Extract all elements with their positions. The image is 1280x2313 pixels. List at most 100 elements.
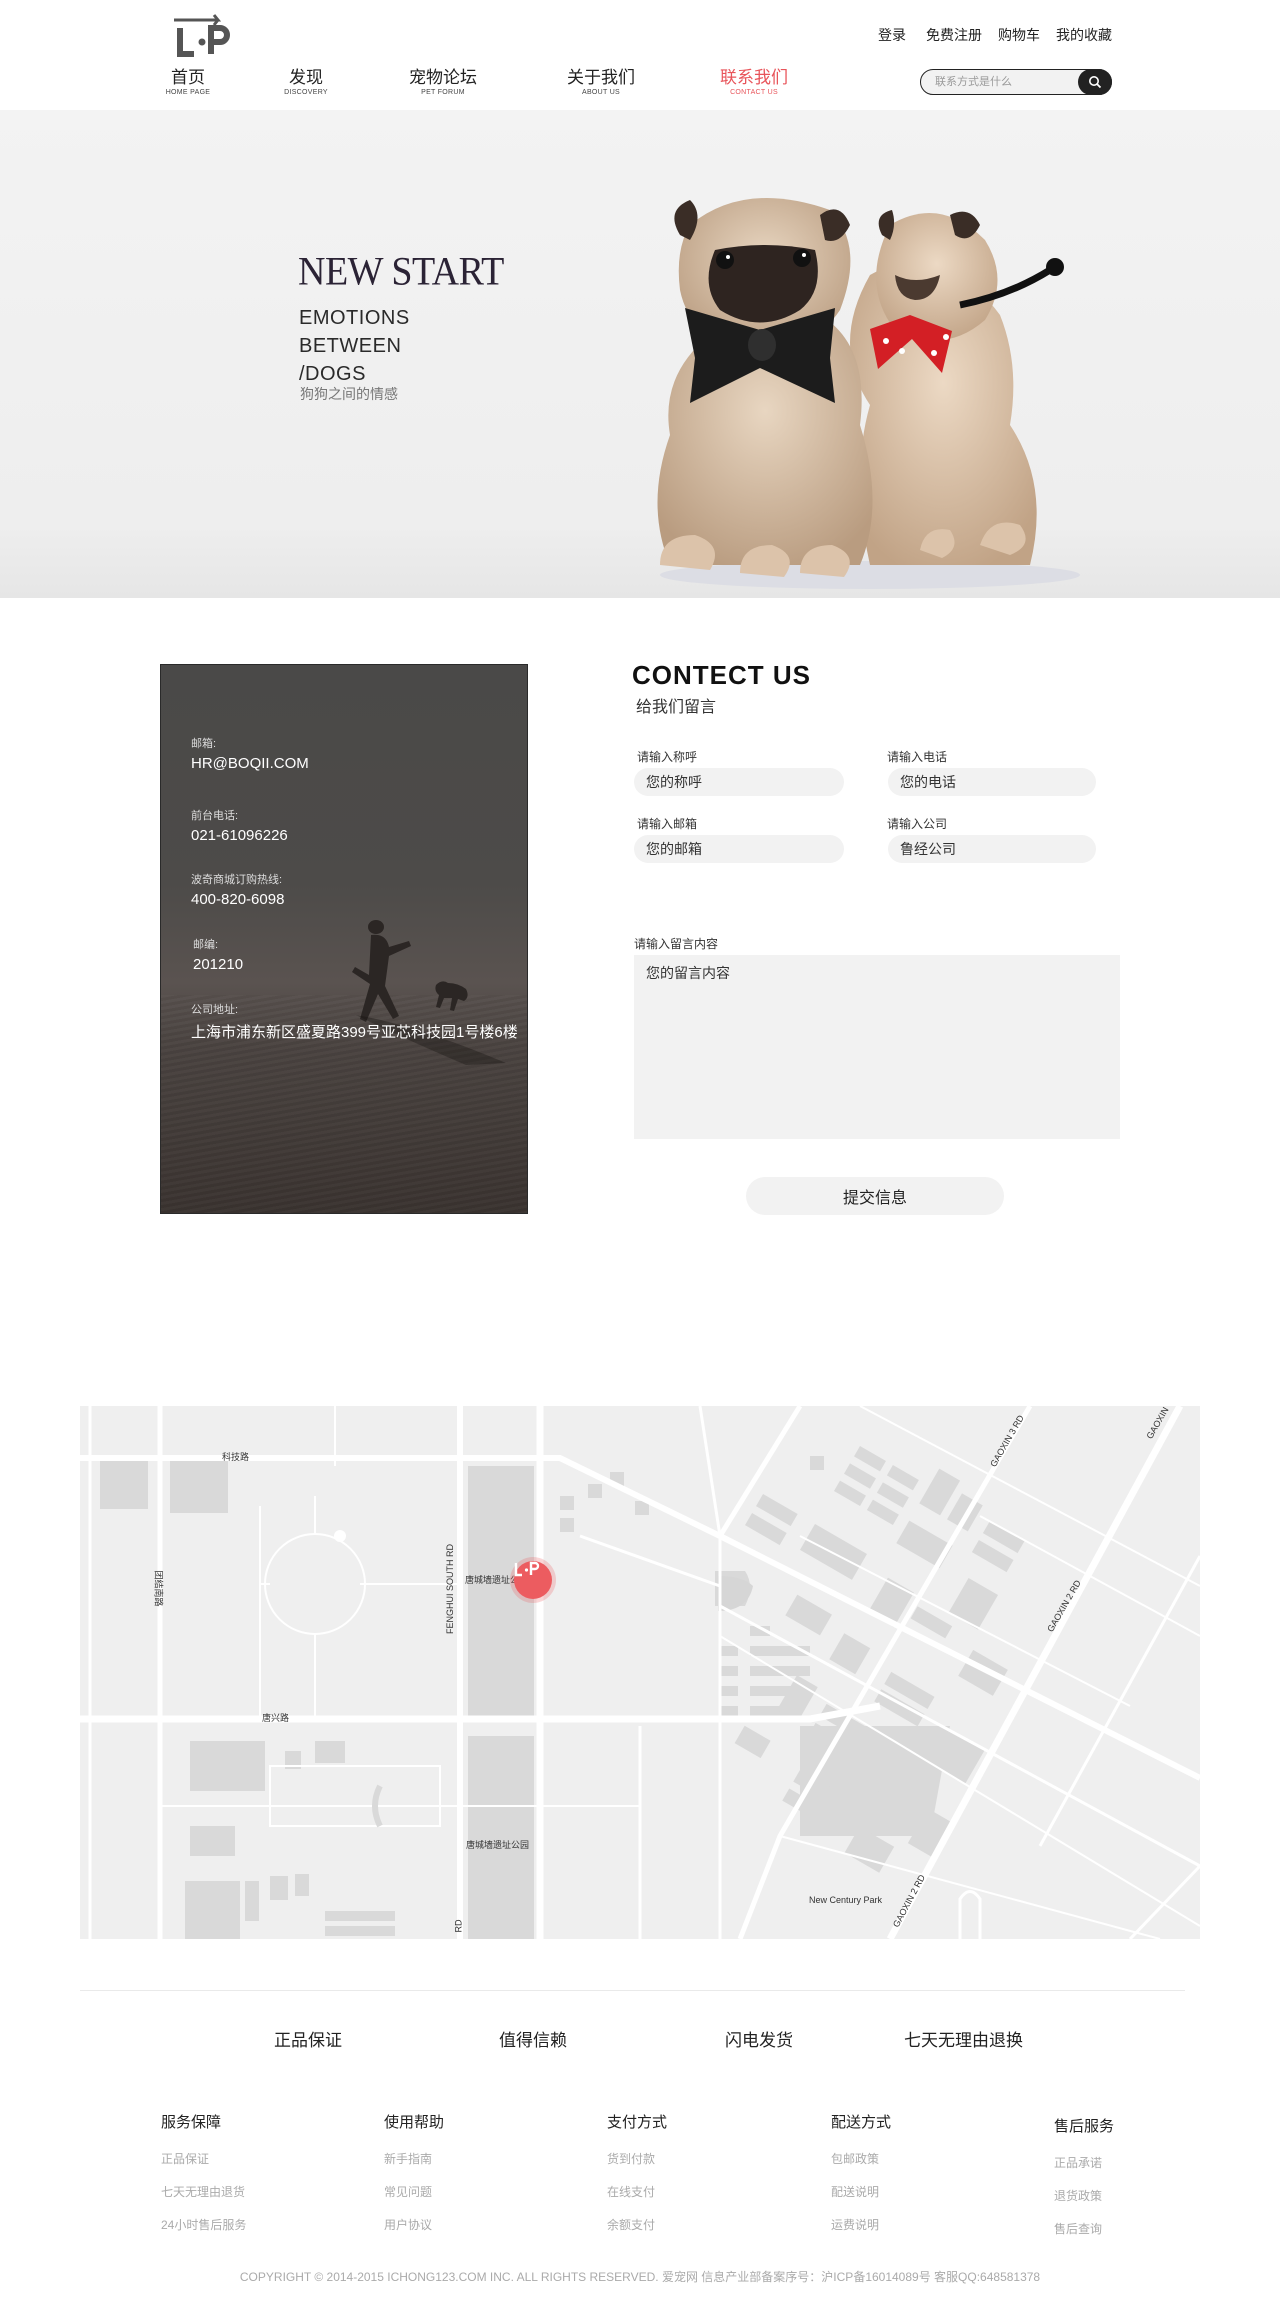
address-value: 上海市浦东新区盛夏路399号亚芯科技园1号楼6楼 [191, 1024, 518, 1041]
hotline-label: 波奇商城订购热线: [191, 874, 283, 886]
location-map[interactable]: 科技路 唐兴路 FENGHUI SOUTH RD 唐城墙遗址公 唐城墙遗址公园 … [80, 1406, 1200, 1939]
nav-discovery-label: 发现 [289, 68, 323, 87]
footer-link[interactable]: 包邮政策 [831, 2150, 991, 2167]
nav-contact-us-sub: CONTACT US [730, 89, 778, 96]
footer-link[interactable]: 售后查询 [1054, 2220, 1214, 2237]
footer-link[interactable]: 七天无理由退货 [161, 2183, 321, 2200]
phone-label: 前台电话: [191, 810, 239, 822]
search-icon [1089, 75, 1102, 88]
hero-subtitle-line: BETWEEN [299, 335, 402, 357]
copyright: COPYRIGHT © 2014-2015 ICHONG123.COM INC.… [239, 2270, 1041, 2284]
footer-link[interactable]: 正品保证 [161, 2150, 321, 2167]
footer-col-delivery: 配送方式 包邮政策 配送说明 运费说明 [831, 2111, 991, 2249]
login-link[interactable]: 登录 [878, 25, 906, 45]
search-input[interactable] [935, 73, 1075, 91]
logo-pin-icon [514, 1561, 540, 1577]
footer-link[interactable]: 新手指南 [384, 2150, 544, 2167]
footer-col-service: 服务保障 正品保证 七天无理由退货 24小时售后服务 [161, 2111, 321, 2249]
search-box [920, 68, 1112, 95]
footer-link[interactable]: 余额支付 [607, 2216, 767, 2233]
footer-col-title: 支付方式 [607, 2114, 668, 2131]
map-label-site-1: 唐城墙遗址公 [465, 1575, 520, 1585]
guarantee-fast-delivery: 闪电发货 [725, 2031, 793, 2050]
map-streets [80, 1406, 1200, 1939]
footer-link[interactable]: 配送说明 [831, 2183, 991, 2200]
zip-value: 201210 [193, 956, 244, 973]
hero-subtitle: EMOTIONS BETWEEN /DOGS [299, 304, 410, 388]
company-label: 请输入公司 [887, 817, 948, 831]
phone-field-label: 请输入电话 [887, 750, 948, 764]
nav-contact-us[interactable]: 联系我们 CONTACT US [709, 68, 799, 98]
pug-puppies-image [657, 198, 1080, 589]
footer-col-title: 服务保障 [161, 2114, 222, 2131]
footer-link[interactable]: 退货政策 [1054, 2187, 1214, 2204]
address-label: 公司地址: [191, 1004, 239, 1016]
hotline-value: 400-820-6098 [191, 891, 285, 908]
footer-link[interactable]: 正品承诺 [1054, 2154, 1214, 2171]
footer-link[interactable]: 在线支付 [607, 2183, 767, 2200]
email-block: 邮箱: HR@BOQII.COM [191, 735, 309, 772]
map-label-new-century-park: New Century Park [809, 1895, 883, 1905]
email-input[interactable] [634, 835, 844, 863]
nav-home[interactable]: 首页 HOME PAGE [143, 68, 233, 98]
site-logo[interactable] [170, 14, 236, 62]
email-label: 邮箱: [191, 738, 217, 750]
hero-banner: NEW START EMOTIONS BETWEEN /DOGS 狗狗之间的情感 [0, 110, 1280, 598]
hero-subtitle-line: EMOTIONS [299, 307, 410, 329]
nav-about-us-label: 关于我们 [567, 68, 635, 87]
message-label: 请输入留言内容 [634, 937, 719, 951]
company-input[interactable] [888, 835, 1096, 863]
map-label-keji-road: 科技路 [222, 1452, 250, 1462]
map-label-rd: RD [453, 1919, 464, 1933]
address-block: 公司地址: 上海市浦东新区盛夏路399号亚芯科技园1号楼6楼 [191, 1001, 518, 1042]
zip-block: 邮编: 201210 [193, 936, 243, 973]
footer-col-payment: 支付方式 货到付款 在线支付 余额支付 [607, 2111, 767, 2249]
nav-pet-forum-sub: PET FORUM [421, 89, 465, 96]
contact-subtitle: 给我们留言 [636, 699, 717, 716]
footer-col-title: 使用帮助 [384, 2114, 445, 2131]
nav-about-us[interactable]: 关于我们 ABOUT US [556, 68, 646, 98]
nav-discovery[interactable]: 发现 DISCOVERY [261, 68, 351, 98]
phone-block: 前台电话: 021-61096226 [191, 807, 288, 844]
zip-label: 邮编: [193, 939, 219, 951]
submit-button[interactable]: 提交信息 [746, 1177, 1004, 1215]
footer-col-help: 使用帮助 新手指南 常见问题 用户协议 [384, 2111, 544, 2249]
hero-caption: 狗狗之间的情感 [300, 386, 398, 402]
top-links: 登录 免费注册 购物车 我的收藏 [878, 25, 1112, 45]
footer-link[interactable]: 运费说明 [831, 2216, 991, 2233]
hotline-block: 波奇商城订购热线: 400-820-6098 [191, 871, 284, 908]
favorites-link[interactable]: 我的收藏 [1056, 25, 1112, 45]
footer-link[interactable]: 常见问题 [384, 2183, 544, 2200]
map-label-vertical-road: 团结南路 [153, 1570, 164, 1607]
nav-pet-forum[interactable]: 宠物论坛 PET FORUM [398, 68, 488, 98]
email-value[interactable]: HR@BOQII.COM [191, 755, 309, 772]
nav-contact-us-label: 联系我们 [720, 68, 788, 87]
map-label-fenghui-south-rd: FENGHUI SOUTH RD [445, 1544, 455, 1634]
hero-title: NEW START [298, 249, 504, 295]
contact-info-card: 邮箱: HR@BOQII.COM 前台电话: 021-61096226 波奇商城… [160, 664, 528, 1214]
footer-col-title: 售后服务 [1054, 2118, 1115, 2135]
nav-about-us-sub: ABOUT US [581, 89, 621, 96]
nav-home-label: 首页 [171, 68, 205, 87]
footer-divider [80, 1990, 1185, 1991]
guarantee-seven-day-return: 七天无理由退换 [904, 2031, 1023, 2050]
footer-col-title: 配送方式 [831, 2114, 892, 2131]
name-label: 请输入称呼 [637, 750, 698, 764]
phone-input[interactable] [888, 768, 1096, 796]
message-textarea[interactable] [634, 955, 1120, 1139]
footer-link[interactable]: 用户协议 [384, 2216, 544, 2233]
guarantee-trustworthy: 值得信赖 [499, 2031, 567, 2050]
footer-link[interactable]: 货到付款 [607, 2150, 767, 2167]
footer-link[interactable]: 24小时售后服务 [161, 2216, 321, 2233]
email-field-label: 请输入邮箱 [637, 817, 698, 831]
search-button[interactable] [1078, 68, 1112, 95]
register-link[interactable]: 免费注册 [926, 25, 982, 45]
cart-link[interactable]: 购物车 [998, 25, 1040, 45]
nav-discovery-sub: DISCOVERY [284, 89, 328, 96]
map-location-pin[interactable] [514, 1561, 552, 1599]
name-input[interactable] [634, 768, 844, 796]
nav-home-sub: HOME PAGE [165, 89, 211, 96]
map-label-tangxing-road: 唐兴路 [262, 1713, 290, 1723]
guarantee-authentic: 正品保证 [274, 2031, 342, 2050]
phone-value: 021-61096226 [191, 827, 288, 844]
